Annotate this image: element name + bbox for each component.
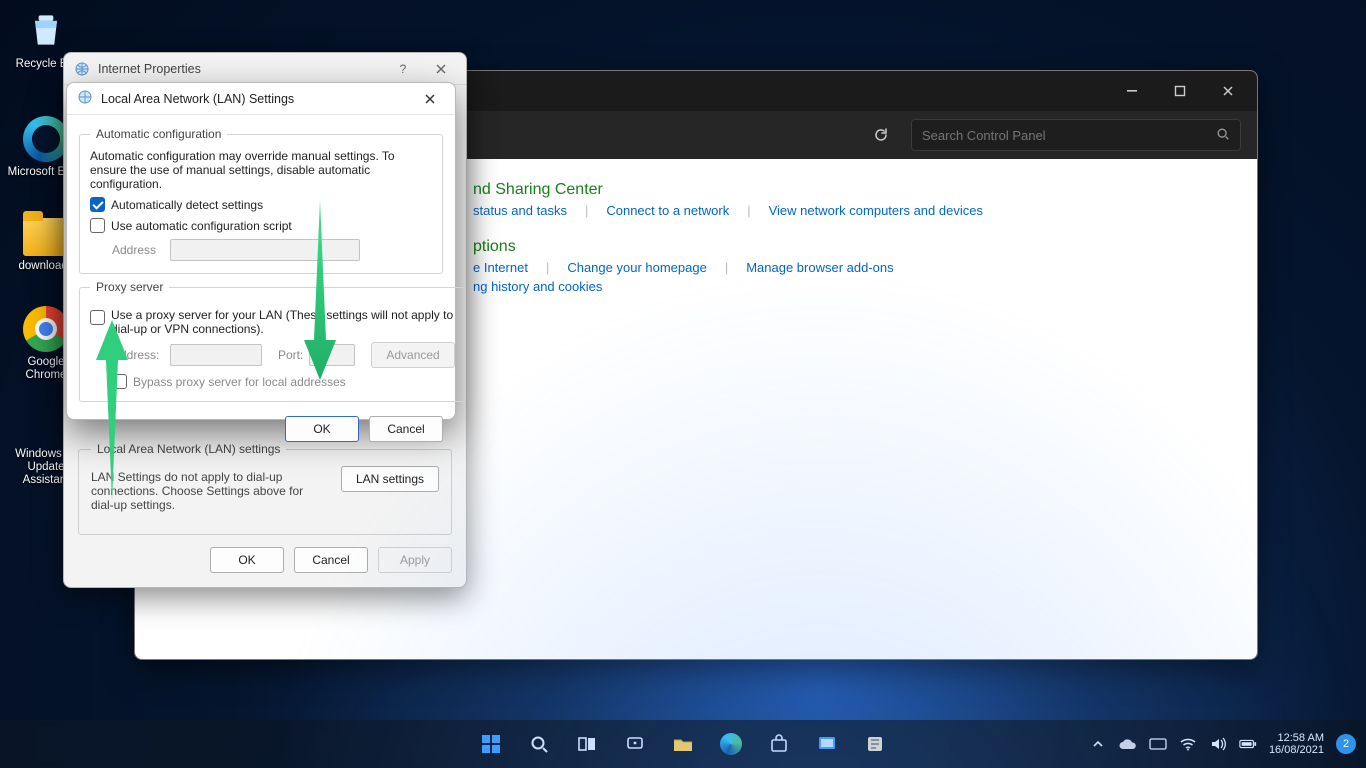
globe-icon xyxy=(77,89,93,108)
help-button[interactable]: ? xyxy=(388,57,418,81)
link-addons[interactable]: Manage browser add-ons xyxy=(746,260,893,275)
maximize-button[interactable] xyxy=(1157,75,1203,107)
section-links: ng history and cookies xyxy=(473,279,1229,294)
close-button[interactable] xyxy=(426,57,456,81)
desktop: Recycle Bin Microsoft Edge downloads Goo… xyxy=(0,0,1366,768)
link-connect-net[interactable]: Connect to a network xyxy=(606,203,729,218)
lan-settings-button[interactable]: LAN settings xyxy=(341,466,439,492)
dialog-titlebar[interactable]: Local Area Network (LAN) Settings xyxy=(67,83,455,115)
use-script-label: Use automatic configuration script xyxy=(111,219,292,233)
auto-detect-label: Automatically detect settings xyxy=(111,198,263,212)
system-tray[interactable]: 12:58 AM 16/08/2021 2 xyxy=(1089,732,1356,756)
dialog-title: Local Area Network (LAN) Settings xyxy=(101,92,405,106)
tray-keyboard-icon[interactable] xyxy=(1149,735,1167,753)
dialog-buttons: OK Cancel xyxy=(79,416,443,442)
tray-clock[interactable]: 12:58 AM 16/08/2021 xyxy=(1269,732,1324,756)
tray-wifi-icon[interactable] xyxy=(1179,735,1197,753)
tray-chevron-up-icon[interactable] xyxy=(1089,735,1107,753)
lan-note: LAN Settings do not apply to dial-up con… xyxy=(91,470,327,512)
link-history[interactable]: ng history and cookies xyxy=(473,279,602,294)
globe-icon xyxy=(74,61,90,77)
use-proxy-checkbox[interactable] xyxy=(90,310,105,325)
dialog-title: Internet Properties xyxy=(98,62,380,76)
search-box[interactable] xyxy=(911,119,1241,151)
section-links: e Internet| Change your homepage| Manage… xyxy=(473,260,1229,275)
dialog-titlebar[interactable]: Internet Properties ? xyxy=(64,53,466,85)
auto-config-group: Automatic configuration Automatic config… xyxy=(79,127,443,274)
use-script-checkbox[interactable] xyxy=(90,218,105,233)
link-status-tasks[interactable]: status and tasks xyxy=(473,203,567,218)
script-address-input[interactable] xyxy=(170,239,360,261)
edge-button[interactable] xyxy=(711,724,751,764)
tray-volume-icon[interactable] xyxy=(1209,735,1227,753)
search-input[interactable] xyxy=(922,128,1216,143)
bypass-checkbox[interactable] xyxy=(112,374,127,389)
tray-battery-icon[interactable] xyxy=(1239,735,1257,753)
tray-onedrive-icon[interactable] xyxy=(1119,735,1137,753)
lan-group: Local Area Network (LAN) settings LAN Se… xyxy=(78,442,452,535)
auto-detect-checkbox[interactable] xyxy=(90,197,105,212)
close-button[interactable] xyxy=(1205,75,1251,107)
tray-date: 16/08/2021 xyxy=(1269,744,1324,756)
link-e-internet[interactable]: e Internet xyxy=(473,260,528,275)
cancel-button[interactable]: Cancel xyxy=(294,547,368,573)
taskbar-app-2[interactable] xyxy=(855,724,895,764)
section-title-options[interactable]: ptions xyxy=(473,238,1229,256)
ok-button[interactable]: OK xyxy=(210,547,284,573)
chat-button[interactable] xyxy=(615,724,655,764)
taskbar[interactable]: 12:58 AM 16/08/2021 2 xyxy=(0,720,1366,768)
recycle-bin-icon xyxy=(22,6,70,54)
proxy-legend: Proxy server xyxy=(90,280,169,294)
proxy-address-input[interactable] xyxy=(170,344,262,366)
ok-button[interactable]: OK xyxy=(285,416,359,442)
tray-time: 12:58 AM xyxy=(1269,732,1324,744)
link-homepage[interactable]: Change your homepage xyxy=(567,260,707,275)
section-links: status and tasks| Connect to a network| … xyxy=(473,203,1229,218)
taskbar-search-button[interactable] xyxy=(519,724,559,764)
tray-notifications-badge[interactable]: 2 xyxy=(1336,734,1356,754)
explorer-button[interactable] xyxy=(663,724,703,764)
proxy-address-label: Address: xyxy=(112,348,164,362)
search-icon[interactable] xyxy=(1216,127,1230,144)
lan-settings-dialog[interactable]: Local Area Network (LAN) Settings Automa… xyxy=(66,82,456,420)
proxy-port-input[interactable] xyxy=(309,344,355,366)
store-button[interactable] xyxy=(759,724,799,764)
minimize-button[interactable] xyxy=(1109,75,1155,107)
close-button[interactable] xyxy=(413,86,447,112)
address-label: Address xyxy=(112,243,164,257)
port-label: Port: xyxy=(278,348,303,362)
start-button[interactable] xyxy=(471,724,511,764)
auto-config-legend: Automatic configuration xyxy=(90,127,227,141)
link-view-devices[interactable]: View network computers and devices xyxy=(769,203,983,218)
taskbar-center xyxy=(471,724,895,764)
apply-button[interactable]: Apply xyxy=(378,547,452,573)
auto-config-note: Automatic configuration may override man… xyxy=(90,149,432,191)
use-proxy-label: Use a proxy server for your LAN (These s… xyxy=(111,308,455,336)
dialog-buttons: OK Cancel Apply xyxy=(78,547,452,573)
taskbar-app-1[interactable] xyxy=(807,724,847,764)
advanced-button[interactable]: Advanced xyxy=(371,342,454,368)
refresh-button[interactable] xyxy=(865,119,897,151)
cancel-button[interactable]: Cancel xyxy=(369,416,443,442)
windows-icon xyxy=(25,402,67,444)
proxy-group: Proxy server Use a proxy server for your… xyxy=(79,280,466,402)
bypass-label: Bypass proxy server for local addresses xyxy=(133,375,346,389)
section-title-network[interactable]: nd Sharing Center xyxy=(473,181,1229,199)
task-view-button[interactable] xyxy=(567,724,607,764)
